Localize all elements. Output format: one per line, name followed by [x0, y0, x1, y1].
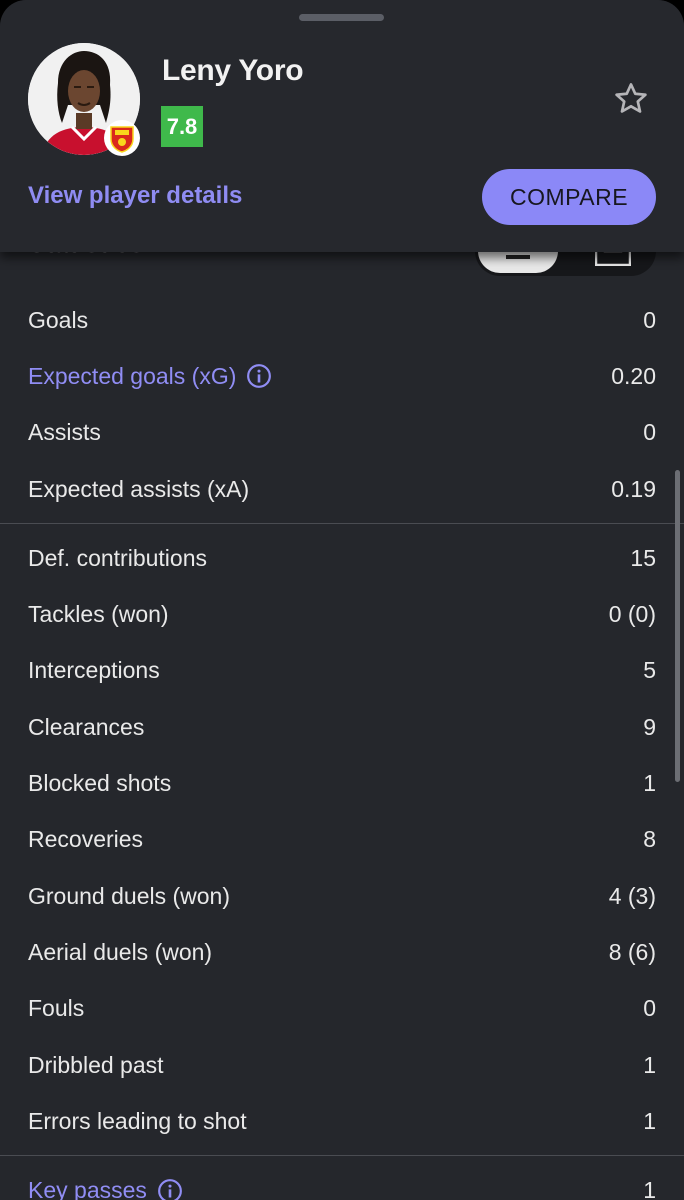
stat-label: Def. contributions [28, 544, 207, 571]
stat-row: Interceptions 5 [0, 643, 684, 699]
stat-label-wrap: Blocked shots [28, 770, 171, 797]
stat-value: 8 (6) [608, 938, 656, 965]
stat-label: Goals [28, 306, 89, 333]
stat-label: Aerial duels (won) [28, 938, 213, 965]
club-badge-icon [104, 120, 140, 156]
stat-label-wrap: Errors leading to shot [28, 1108, 247, 1135]
stat-row: Goals 0 [0, 292, 684, 348]
list-icon [506, 255, 530, 259]
stat-row[interactable]: Expected goals (xG) 0.20 [0, 348, 684, 404]
drag-handle[interactable] [299, 14, 384, 21]
stat-row: Tackles (won) 0 (0) [0, 586, 684, 642]
stat-label-wrap: Goals [28, 307, 88, 334]
stat-value: 0.20 [611, 362, 656, 389]
stat-row: Errors leading to shot 1 [0, 1093, 684, 1149]
stat-label: Key passes [28, 1177, 147, 1200]
stat-label: Fouls [28, 995, 85, 1022]
stat-value: 1 [643, 1051, 656, 1078]
divider [0, 1155, 684, 1157]
stat-label-wrap: Fouls [28, 995, 84, 1022]
stat-label-wrap: Clearances [28, 714, 144, 741]
stat-row: Fouls 0 [0, 981, 684, 1037]
stat-value: 0.19 [611, 475, 656, 502]
stat-value: 1 [643, 1107, 656, 1134]
stat-row: Aerial duels (won) 8 (6) [0, 924, 684, 980]
stat-row: Blocked shots 1 [0, 755, 684, 811]
stat-label: Interceptions [28, 657, 160, 684]
stat-value: 0 [643, 419, 656, 446]
stat-label-wrap: Interceptions [28, 657, 160, 684]
stat-row[interactable]: Key passes 1 [0, 1162, 684, 1200]
stat-label-wrap: Tackles (won) [28, 601, 169, 628]
stat-label-wrap: Dribbled past [28, 1052, 164, 1079]
player-stats-sheet: Leny Yoro 7.8 View player details COMPAR… [0, 0, 684, 1200]
stat-label: Errors leading to shot [28, 1107, 247, 1134]
stat-label-wrap: Key passes [28, 1177, 183, 1200]
stat-label-wrap: Expected goals (xG) [28, 363, 272, 390]
stat-row: Ground duels (won) 4 (3) [0, 868, 684, 924]
stats-list: Goals 0 Expected goals (xG) 0.20 Assists 0 Exp… [0, 292, 684, 1200]
stat-label-wrap: Def. contributions [28, 545, 207, 572]
stat-value: 5 [643, 657, 656, 684]
stat-value: 1 [643, 770, 656, 797]
stat-value: 9 [643, 713, 656, 740]
player-header: Leny Yoro 7.8 View player details COMPAR… [0, 0, 684, 252]
stat-value: 15 [630, 544, 656, 571]
stat-value: 4 (3) [608, 882, 656, 909]
stat-label: Expected goals (xG) [28, 362, 237, 389]
info-icon[interactable] [246, 363, 272, 389]
scrollbar[interactable] [675, 470, 680, 782]
stat-value: 0 [643, 306, 656, 333]
stat-value: 0 [643, 995, 656, 1022]
stat-row: Def. contributions 15 [0, 530, 684, 586]
stat-label-wrap: Ground duels (won) [28, 883, 230, 910]
stat-label-wrap: Recoveries [28, 826, 143, 853]
stat-label: Expected assists (xA) [28, 475, 250, 502]
stat-label: Ground duels (won) [28, 882, 230, 909]
stat-row: Expected assists (xA) 0.19 [0, 461, 684, 517]
view-player-details-link[interactable]: View player details [28, 182, 242, 210]
stat-value: 0 (0) [608, 601, 656, 628]
stat-value: 8 [643, 826, 656, 853]
stat-label-wrap: Aerial duels (won) [28, 939, 212, 966]
stat-row: Clearances 9 [0, 699, 684, 755]
favorite-star-icon[interactable] [612, 80, 650, 118]
rating-badge: 7.8 [161, 106, 203, 147]
stat-label: Blocked shots [28, 770, 172, 797]
compare-button[interactable]: COMPARE [482, 169, 656, 225]
stat-label: Dribbled past [28, 1051, 164, 1078]
stat-row: Dribbled past 1 [0, 1037, 684, 1093]
stat-label-wrap: Assists [28, 419, 101, 446]
stat-row: Recoveries 8 [0, 812, 684, 868]
divider [0, 523, 684, 525]
stat-label: Assists [28, 419, 101, 446]
stat-value: 1 [643, 1177, 656, 1200]
player-name: Leny Yoro [162, 54, 304, 87]
stat-label-wrap: Expected assists (xA) [28, 476, 249, 503]
stat-label: Tackles (won) [28, 601, 169, 628]
stat-row: Assists 0 [0, 405, 684, 461]
stat-label: Clearances [28, 713, 145, 740]
info-icon[interactable] [157, 1178, 183, 1200]
stat-label: Recoveries [28, 826, 144, 853]
